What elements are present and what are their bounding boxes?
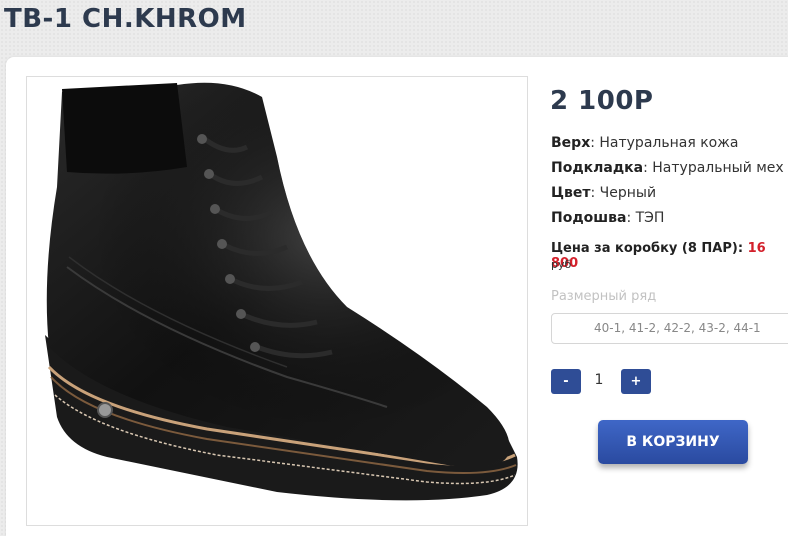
spec-label: Цвет <box>551 185 591 201</box>
spec-value: : ТЭП <box>626 210 665 226</box>
add-to-cart-button[interactable]: В КОРЗИНУ <box>598 420 748 464</box>
size-label: Размерный ряд <box>551 289 657 304</box>
size-select[interactable]: 40-1, 41-2, 42-2, 43-2, 44-1 <box>551 313 788 344</box>
spec-upper: Верх: Натуральная кожа <box>551 135 738 151</box>
spec-sole: Подошва: ТЭП <box>551 210 664 226</box>
boot-image <box>45 82 518 501</box>
quantity-input[interactable]: 1 <box>584 372 614 388</box>
spec-label: Подкладка <box>551 160 644 176</box>
spec-value: : Черный <box>590 185 657 201</box>
page-title: TB-1 CH.KHROM <box>4 4 247 34</box>
spec-value: : Натуральная кожа <box>590 135 739 151</box>
quantity-increase-button[interactable]: + <box>621 369 651 394</box>
spec-value: : Натуральный мех <box>643 160 784 176</box>
product-price: 2 100Р <box>550 86 654 116</box>
quantity-decrease-button[interactable]: - <box>551 369 581 394</box>
spec-label: Верх <box>551 135 591 151</box>
box-price-currency: руб <box>551 258 572 271</box>
spec-lining: Подкладка: Натуральный мех <box>551 160 784 176</box>
product-image[interactable] <box>26 76 528 526</box>
box-price-label: Цена за коробку (8 ПАР): <box>551 241 748 256</box>
spec-color: Цвет: Черный <box>551 185 656 201</box>
spec-label: Подошва <box>551 210 627 226</box>
box-price: Цена за коробку (8 ПАР): 16 800 руб <box>551 241 788 271</box>
